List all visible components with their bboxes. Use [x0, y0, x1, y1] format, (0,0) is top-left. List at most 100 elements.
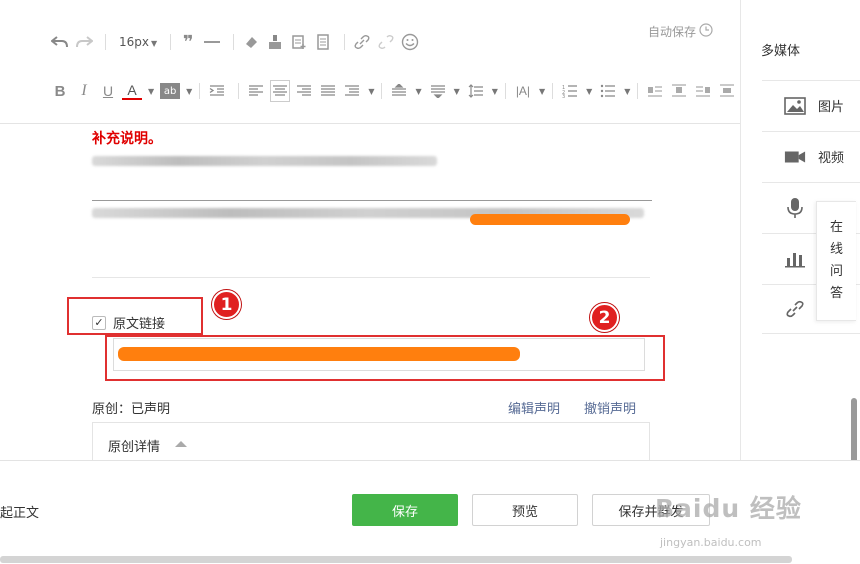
toolbar-row-1: 16px ▼ ❞ — [50, 30, 424, 54]
online-qa-tab[interactable]: 在 线 问 答 — [816, 201, 856, 321]
undo-icon[interactable] — [50, 31, 70, 53]
underline-icon[interactable]: U — [98, 80, 118, 102]
editor-area: 16px ▼ ❞ 自动保存 B I U A ▼ ab ▼ ▼ ▼ ▼ ▼ |A|… — [0, 0, 740, 462]
toolbar-divider — [552, 83, 554, 99]
eraser-icon[interactable] — [241, 31, 261, 53]
align-justify-icon[interactable] — [318, 80, 338, 102]
indent-icon[interactable] — [207, 80, 227, 102]
autosave-label: 自动保存 — [648, 25, 697, 39]
toolbar-divider — [637, 83, 639, 99]
content-divider — [92, 200, 652, 201]
annotation-marker-2: 2 — [590, 303, 619, 332]
toolbar-divider — [381, 83, 383, 99]
toolbar-divider — [344, 34, 346, 50]
originality-details-panel[interactable]: 原创详情 — [92, 422, 650, 462]
toolbar-divider — [504, 83, 506, 99]
svg-text:3: 3 — [562, 94, 565, 98]
toolbar-divider — [238, 83, 240, 99]
quote-icon[interactable]: ❞ — [178, 31, 198, 53]
chevron-down-icon[interactable]: ▼ — [586, 87, 592, 96]
toolbar-divider — [105, 34, 106, 50]
image-icon — [784, 95, 806, 117]
video-icon — [784, 146, 806, 168]
autosave-indicator: 自动保存 — [648, 23, 713, 40]
toolbar-row-2: B I U A ▼ ab ▼ ▼ ▼ ▼ ▼ |A| ▼ 1 2 3 ▼ ▼ — [50, 79, 741, 103]
annotation-box-1 — [67, 297, 203, 335]
chart-icon — [784, 248, 806, 270]
section-divider — [92, 277, 650, 278]
chevron-down-icon[interactable]: ▼ — [539, 87, 545, 96]
online-qa-char: 问 — [829, 264, 843, 279]
horizontal-scrollbar[interactable] — [0, 556, 792, 563]
align-center-icon[interactable] — [270, 80, 291, 102]
originality-details-label: 原创详情 — [108, 440, 161, 455]
chevron-down-icon[interactable]: ▼ — [454, 87, 460, 96]
chevron-up-icon[interactable] — [175, 441, 187, 447]
float-none-icon[interactable] — [669, 80, 689, 102]
insert-template-icon[interactable] — [289, 31, 309, 53]
link-icon — [784, 298, 806, 320]
sidebar-title: 多媒体 — [761, 44, 801, 59]
font-size-value: 16px — [119, 35, 149, 49]
link-icon[interactable] — [352, 31, 372, 53]
save-button[interactable]: 保存 — [352, 494, 458, 526]
sidebar-item-label: 图片 — [818, 100, 845, 115]
baidu-watermark: Baidu 经验 — [655, 494, 802, 523]
chevron-down-icon: ▼ — [151, 39, 158, 48]
edit-declaration-link[interactable]: 编辑声明 — [508, 398, 560, 417]
font-size-select[interactable]: 16px ▼ — [119, 35, 157, 49]
online-qa-char: 在 — [829, 220, 843, 235]
revoke-declaration-link[interactable]: 撤销声明 — [584, 398, 636, 417]
annotation-marker-1: 1 — [212, 290, 241, 319]
watermark-url: jingyan.baidu.com — [660, 536, 762, 549]
horizontal-rule-icon[interactable] — [202, 31, 222, 53]
document-icon[interactable] — [313, 31, 333, 53]
chevron-down-icon[interactable]: ▼ — [148, 87, 154, 96]
vertical-scrollbar[interactable] — [851, 398, 857, 464]
spacing-before-icon[interactable] — [389, 80, 409, 102]
chevron-down-icon[interactable]: ▼ — [492, 87, 498, 96]
chevron-down-icon[interactable]: ▼ — [186, 87, 192, 96]
float-right-icon[interactable] — [693, 80, 713, 102]
bold-icon[interactable]: B — [50, 80, 70, 102]
online-qa-char: 线 — [829, 242, 843, 257]
background-color-icon[interactable]: ab — [160, 83, 181, 99]
spacing-after-icon[interactable] — [428, 80, 448, 102]
sidebar-item-video[interactable]: 视频 — [762, 131, 860, 181]
bottom-action-bar: 起正文 保存 预览 保存并群发 Baidu 经验 jingyan.baidu.c… — [0, 460, 860, 564]
unordered-list-icon[interactable] — [598, 80, 618, 102]
annotation-box-2 — [105, 335, 665, 381]
toolbar-divider — [170, 34, 172, 50]
format-brush-icon[interactable] — [265, 31, 285, 53]
emoji-icon[interactable] — [400, 31, 420, 53]
toolbar-divider — [233, 34, 235, 50]
align-right-icon[interactable] — [294, 80, 314, 102]
redo-icon[interactable] — [74, 31, 94, 53]
line-indent-icon[interactable] — [342, 80, 362, 102]
chevron-down-icon[interactable]: ▼ — [415, 87, 421, 96]
preview-button[interactable]: 预览 — [472, 494, 578, 526]
clock-icon — [699, 23, 713, 40]
highlight-mark — [470, 214, 630, 225]
float-center-icon[interactable] — [717, 80, 737, 102]
letter-spacing-icon[interactable]: |A| — [513, 80, 533, 102]
line-height-icon[interactable] — [466, 80, 486, 102]
font-color-icon[interactable]: A — [122, 82, 142, 100]
chevron-down-icon[interactable]: ▼ — [368, 87, 374, 96]
collapse-text-label[interactable]: 起正文 — [0, 502, 39, 521]
unlink-icon[interactable] — [376, 31, 396, 53]
float-left-icon[interactable] — [645, 80, 665, 102]
sidebar-item-image[interactable]: 图片 — [762, 80, 860, 130]
editor-toolbar: 16px ▼ ❞ 自动保存 B I U A ▼ ab ▼ ▼ ▼ ▼ ▼ |A|… — [0, 0, 740, 124]
sidebar-item-label: 视频 — [818, 151, 845, 166]
online-qa-char: 答 — [829, 286, 843, 301]
blurred-text-line — [92, 156, 437, 166]
ordered-list-icon[interactable]: 123 — [560, 80, 580, 102]
supplement-heading: 补充说明。 — [92, 131, 162, 147]
microphone-icon — [784, 197, 806, 219]
italic-icon[interactable]: I — [74, 80, 94, 102]
toolbar-divider — [199, 83, 201, 99]
chevron-down-icon[interactable]: ▼ — [624, 87, 630, 96]
originality-status: 原创：已声明 — [92, 402, 171, 417]
align-left-icon[interactable] — [246, 80, 266, 102]
